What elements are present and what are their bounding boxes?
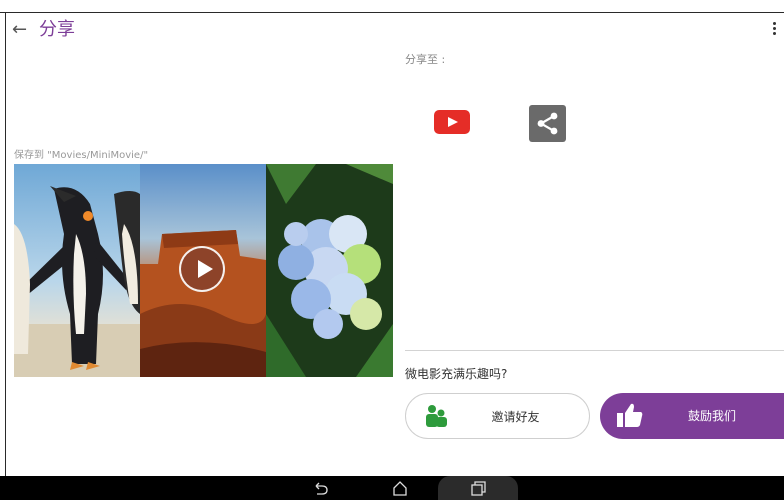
page-title: 分享 [39,19,75,40]
share-icon [537,112,558,135]
nav-back-button[interactable] [305,476,339,500]
hydrangea-illustration [266,164,393,377]
system-nav-bar [0,476,784,500]
feedback-prompt: 微电影充满乐趣吗? [405,367,508,381]
penguin-illustration [14,186,140,377]
penguin-thumbnail [14,164,140,377]
encourage-us-label: 鼓励我们 [687,409,736,423]
arrow-left-icon: ← [12,19,28,40]
back-icon [315,482,328,495]
hydrangea-thumbnail [266,164,393,377]
share-screen: ← 分享 保存到 "Movies/MiniMovie/" 分享至: 微电影充满… [6,13,784,476]
invite-friends-label: 邀请好友 [491,410,540,424]
more-vert-icon [770,22,778,35]
section-divider [405,350,784,351]
share-other-button[interactable] [529,105,566,142]
video-preview[interactable] [14,164,393,377]
share-youtube-button[interactable] [434,110,470,134]
home-icon [393,481,407,496]
save-path-label: 保存到 "Movies/MiniMovie/" [14,150,149,161]
play-button[interactable] [179,246,225,292]
back-button[interactable]: ← [12,17,34,43]
status-bar-strip [0,0,784,13]
invite-friends-button[interactable]: 邀请好友 [405,393,590,439]
share-to-label: 分享至 : [405,53,446,66]
encourage-us-button[interactable]: 鼓励我们 [600,393,784,439]
recent-apps-icon [471,481,486,496]
app-bar: ← 分享 [6,13,784,49]
nav-home-button[interactable] [383,476,417,500]
youtube-icon [434,110,470,134]
nav-recent-apps-button[interactable] [438,476,518,500]
overflow-menu-button[interactable] [770,20,778,40]
